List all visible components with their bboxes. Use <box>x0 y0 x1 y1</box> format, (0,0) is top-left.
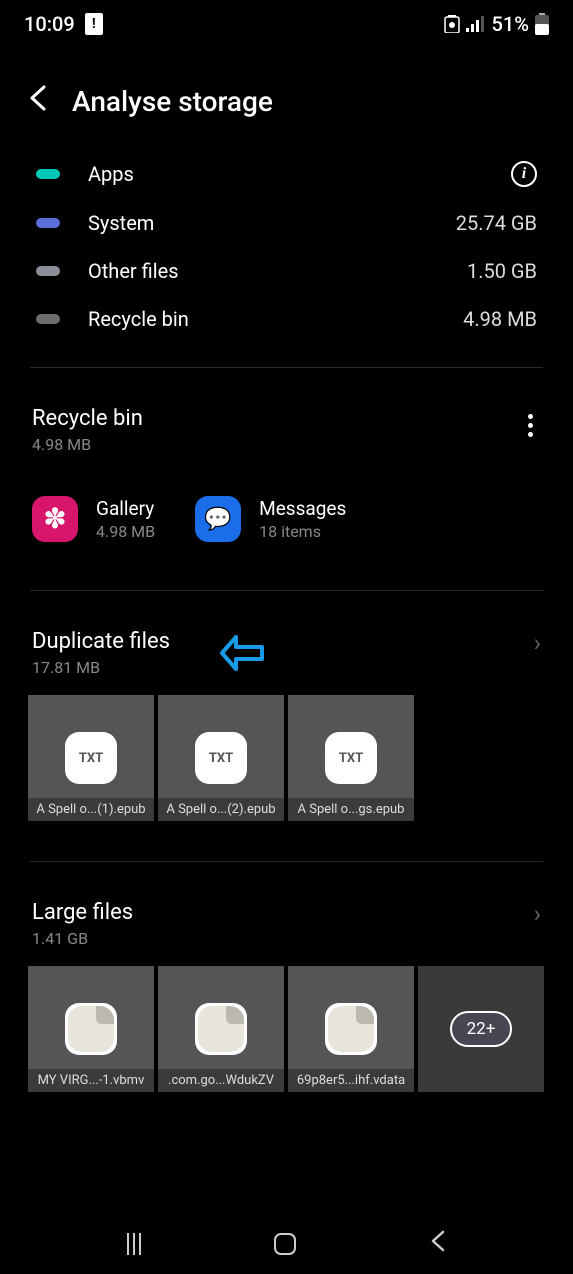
nav-home-button[interactable] <box>274 1233 296 1255</box>
category-recycle[interactable]: Recycle bin 4.98 MB <box>36 295 537 343</box>
more-count-badge: 22+ <box>450 1011 512 1047</box>
divider <box>30 590 543 591</box>
notification-icon: ! <box>85 13 103 35</box>
large-size: 1.41 GB <box>32 929 133 948</box>
battery-percent: 51% <box>492 12 529 36</box>
divider <box>30 861 543 862</box>
header: Analyse storage <box>0 44 573 149</box>
large-file-1[interactable]: MY VIRG...-1.vbmv <box>28 966 154 1092</box>
category-color-other <box>36 266 60 276</box>
status-bar: 10:09 ! 51% <box>0 0 573 44</box>
large-title: Large files <box>32 900 133 925</box>
more-options-button[interactable] <box>520 406 541 445</box>
android-nav-bar <box>0 1214 573 1274</box>
txt-icon: TXT <box>195 732 247 784</box>
dup-file-2[interactable]: TXT A Spell o...(2).epub <box>158 695 284 821</box>
storage-categories: Apps i System 25.74 GB Other files 1.50 … <box>0 149 573 343</box>
signal-icon <box>466 16 486 32</box>
large-file-2[interactable]: .com.go...WdukZV <box>158 966 284 1092</box>
duplicates-size: 17.81 MB <box>32 658 170 677</box>
chevron-right-icon: › <box>534 629 541 657</box>
category-other[interactable]: Other files 1.50 GB <box>36 247 537 295</box>
txt-icon: TXT <box>325 732 377 784</box>
duplicates-section[interactable]: Duplicate files 17.81 MB › <box>0 615 573 687</box>
page-title: Analyse storage <box>72 85 273 118</box>
category-color-system <box>36 218 60 228</box>
info-icon[interactable]: i <box>511 161 537 187</box>
large-files-section[interactable]: Large files 1.41 GB › <box>0 886 573 958</box>
recycle-title: Recycle bin <box>32 406 143 431</box>
recycle-item-gallery[interactable]: ✽ Gallery 4.98 MB <box>32 496 155 542</box>
nav-back-button[interactable] <box>429 1229 447 1259</box>
file-icon <box>195 1003 247 1055</box>
recycle-item-messages[interactable]: 💬 Messages 18 items <box>195 496 346 542</box>
messages-icon: 💬 <box>195 496 241 542</box>
category-color-apps <box>36 169 60 179</box>
duplicate-thumbs: TXT A Spell o...(1).epub TXT A Spell o..… <box>0 687 573 837</box>
category-color-recycle <box>36 314 60 324</box>
recycle-section: Recycle bin 4.98 MB <box>0 392 573 464</box>
large-thumbs: MY VIRG...-1.vbmv .com.go...WdukZV 69p8e… <box>0 958 573 1108</box>
duplicates-title: Duplicate files <box>32 629 170 654</box>
large-more[interactable]: 22+ <box>418 966 544 1092</box>
status-time: 10:09 <box>24 12 75 36</box>
chevron-right-icon: › <box>534 900 541 928</box>
category-system[interactable]: System 25.74 GB <box>36 199 537 247</box>
gallery-icon: ✽ <box>32 496 78 542</box>
annotation-arrow-icon <box>220 635 264 671</box>
divider <box>30 367 543 368</box>
dup-file-1[interactable]: TXT A Spell o...(1).epub <box>28 695 154 821</box>
file-icon <box>65 1003 117 1055</box>
recycle-size: 4.98 MB <box>32 435 143 454</box>
large-file-3[interactable]: 69p8er5...ihf.vdata <box>288 966 414 1092</box>
category-apps[interactable]: Apps i <box>36 149 537 199</box>
dup-file-3[interactable]: TXT A Spell o...gs.epub <box>288 695 414 821</box>
txt-icon: TXT <box>65 732 117 784</box>
nav-recent-button[interactable] <box>127 1233 141 1255</box>
back-button[interactable] <box>28 84 48 119</box>
file-icon <box>325 1003 377 1055</box>
battery-icon <box>535 13 549 35</box>
battery-saver-icon <box>444 15 460 33</box>
